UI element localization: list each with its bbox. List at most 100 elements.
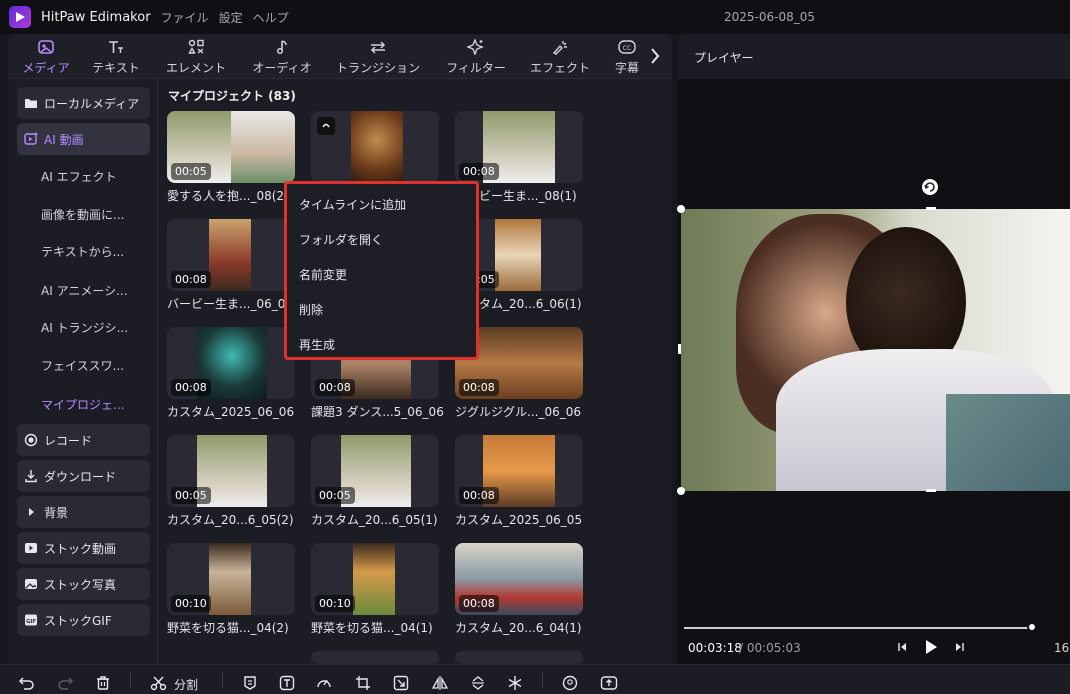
sidebar-item-stock-gif[interactable]: GIF ストックGIF	[17, 604, 150, 636]
face-icon[interactable]	[562, 675, 578, 691]
play-icon[interactable]	[924, 639, 938, 655]
resize-tool-icon[interactable]	[393, 675, 409, 691]
delete-icon[interactable]	[95, 675, 111, 691]
sidebar-item-record[interactable]: レコード	[17, 424, 150, 456]
current-time: 00:03:18	[688, 641, 742, 655]
project-card[interactable]: 00:08	[167, 327, 295, 399]
project-card[interactable]	[455, 651, 583, 664]
tab-element[interactable]: エレメント	[160, 37, 232, 77]
resize-handle[interactable]	[926, 489, 936, 492]
resize-handle[interactable]	[677, 487, 685, 495]
tab-filter[interactable]: フィルター	[440, 37, 512, 77]
project-card[interactable]: 00:05	[167, 111, 295, 183]
freeze-icon[interactable]	[507, 675, 523, 691]
thumbnail-image	[209, 543, 251, 615]
duration-badge: 00:08	[459, 379, 499, 396]
mirror-icon[interactable]	[431, 675, 449, 691]
card-label: 愛する人を抱..._08(2)	[167, 189, 289, 203]
duration-badge: 00:10	[315, 595, 355, 612]
card-label: カスタム_2025_06_05	[455, 513, 583, 527]
project-card[interactable]: 00:08	[455, 111, 583, 183]
tab-effect[interactable]: エフェクト	[524, 37, 596, 77]
sidebar-sub-face-swap[interactable]: フェイススワ...	[41, 357, 124, 374]
thumbnail-image	[351, 111, 403, 183]
project-card[interactable]: 00:08	[455, 435, 583, 507]
export-icon[interactable]	[600, 675, 618, 691]
sidebar-sub-ai-transition[interactable]: AI トランジシ...	[41, 319, 128, 336]
tab-text[interactable]: テキスト	[88, 37, 144, 77]
tab-subtitle[interactable]: CC 字幕	[606, 37, 648, 77]
project-card[interactable]: 00:05	[167, 435, 295, 507]
menu-add-to-timeline[interactable]: タイムラインに追加	[299, 196, 406, 213]
resize-handle[interactable]	[926, 207, 936, 210]
chevron-right-icon[interactable]	[648, 46, 662, 66]
sidebar-sub-ai-effect[interactable]: AI エフェクト	[41, 168, 117, 185]
resize-handle[interactable]	[677, 205, 685, 213]
context-menu: タイムラインに追加 フォルダを開く 名前変更 削除 再生成	[284, 181, 479, 360]
menu-regenerate[interactable]: 再生成	[299, 336, 335, 353]
prev-frame-icon[interactable]	[896, 641, 908, 653]
project-card[interactable]: 00:05	[311, 435, 439, 507]
speed-icon[interactable]	[316, 675, 332, 691]
sidebar-item-stock-photo[interactable]: ストック写真	[17, 568, 150, 600]
text-tool-icon[interactable]	[279, 675, 295, 691]
next-frame-icon[interactable]	[954, 641, 966, 653]
menu-open-folder[interactable]: フォルダを開く	[299, 231, 383, 248]
app-name: HitPaw Edimakor	[41, 9, 151, 25]
duration-badge: 00:08	[171, 379, 211, 396]
progress-knob[interactable]	[1027, 622, 1037, 632]
redo-icon[interactable]	[56, 675, 74, 691]
project-card[interactable]: 00:10	[311, 543, 439, 615]
media-icon	[38, 39, 54, 54]
rotate-handle-icon[interactable]	[921, 178, 939, 196]
stock-photo-icon	[24, 577, 38, 591]
sidebar-item-background[interactable]: 背景	[17, 496, 150, 528]
title-bar: HitPaw Edimakor ファイル 設定 ヘルプ 2025-06-08_0…	[0, 0, 1070, 34]
svg-text:GIF: GIF	[26, 619, 36, 625]
menu-delete[interactable]: 削除	[299, 301, 323, 318]
sidebar-item-ai-video[interactable]: AI 動画	[17, 123, 150, 155]
app-logo-icon	[9, 6, 31, 28]
record-icon	[24, 433, 38, 447]
sidebar-item-stock-video[interactable]: ストック動画	[17, 532, 150, 564]
total-time: / 00:05:03	[739, 641, 801, 655]
menu-file[interactable]: ファイル	[161, 9, 209, 26]
aspect-ratio[interactable]: 16:9	[1054, 641, 1070, 655]
project-card[interactable]: 00:10	[167, 543, 295, 615]
crop-icon[interactable]	[355, 675, 371, 691]
media-panel: メディア テキスト エレメント オーディオ トランジション フィルター エフェク…	[8, 34, 672, 664]
progress-bar[interactable]	[684, 627, 1032, 629]
sidebar-item-local-media[interactable]: ローカルメディア	[17, 87, 150, 119]
tab-audio[interactable]: オーディオ	[246, 37, 318, 77]
sidebar-sub-my-projects[interactable]: マイプロジェ...	[41, 396, 124, 413]
tab-transition[interactable]: トランジション	[330, 37, 426, 77]
project-card[interactable]	[311, 651, 439, 664]
sidebar-sub-ai-animation[interactable]: AI アニメーシ...	[41, 282, 128, 299]
undo-icon[interactable]	[18, 675, 36, 691]
transition-icon	[370, 40, 386, 54]
menu-rename[interactable]: 名前変更	[299, 266, 347, 283]
project-card[interactable]: 00:08	[455, 543, 583, 615]
tab-media[interactable]: メディア	[18, 37, 74, 77]
scissors-icon[interactable]	[150, 675, 168, 691]
subtitle-icon: CC	[618, 39, 636, 54]
thumbnail-image	[495, 219, 541, 291]
resize-handle[interactable]	[678, 344, 681, 354]
duration-badge: 00:05	[171, 163, 211, 180]
thumbnail-image	[231, 111, 295, 183]
sidebar-sub-image-to-video[interactable]: 画像を動画に...	[41, 206, 124, 223]
card-label: カスタム_20...6_04(1)	[455, 621, 582, 635]
project-card[interactable]: 00:08	[167, 219, 295, 291]
sidebar-sub-text-to-video[interactable]: テキストから...	[41, 243, 124, 260]
caret-right-icon	[24, 505, 38, 519]
flip-icon[interactable]	[470, 675, 486, 691]
split-button[interactable]: 分割	[174, 676, 198, 693]
video-preview[interactable]	[681, 209, 1070, 491]
project-card[interactable]	[311, 111, 439, 183]
menu-settings[interactable]: 設定	[219, 9, 243, 26]
duration-badge: 00:08	[315, 379, 355, 396]
sidebar-item-download[interactable]: ダウンロード	[17, 460, 150, 492]
media-sidebar: ローカルメディア AI 動画 AI エフェクト 画像を動画に... テキストから…	[8, 79, 158, 664]
menu-help[interactable]: ヘルプ	[253, 9, 289, 26]
marker-icon[interactable]	[242, 675, 258, 691]
